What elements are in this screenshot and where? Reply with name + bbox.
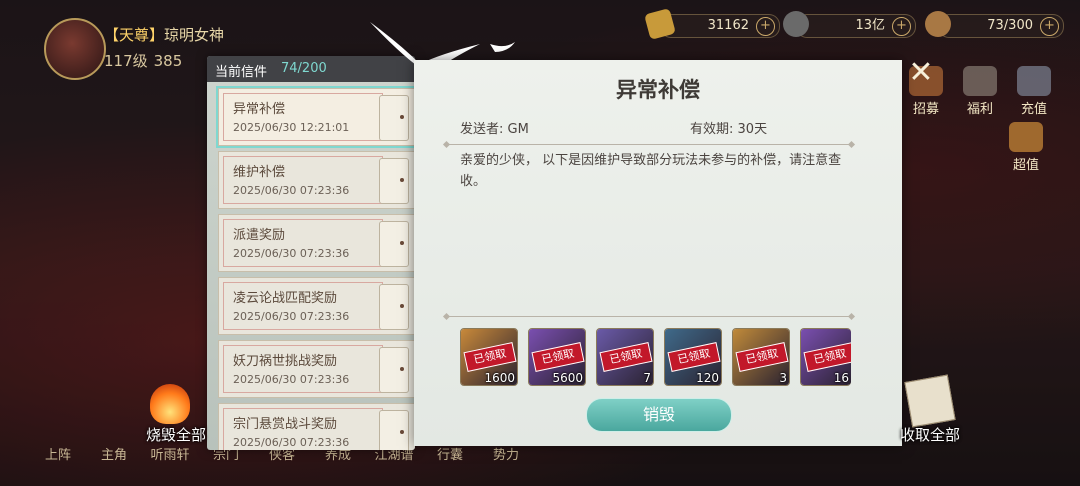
mail-item[interactable]: 维护补偿 2025/06/30 07:23:36 (218, 151, 415, 209)
letters-icon (904, 374, 956, 428)
mail-item[interactable]: 凌云论战匹配奖励 2025/06/30 07:23:36 (218, 277, 415, 335)
mail-detail-title: 异常补偿 (616, 78, 700, 102)
stamina-icon (925, 11, 951, 37)
fire-icon (150, 384, 190, 424)
super-value-label: 超值 (1012, 158, 1039, 173)
mail-item-date: 2025/06/30 07:23:36 (233, 184, 350, 197)
reward-item[interactable]: 已领取 5600 (528, 328, 586, 386)
resource-token-value: 31162 (707, 18, 749, 33)
sender-info: 发送者: GM (460, 118, 529, 137)
mail-item-date: 2025/06/30 07:23:36 (233, 373, 350, 386)
reward-item[interactable]: 已领取 7 (596, 328, 654, 386)
player-rank: 【天尊】 (104, 26, 165, 44)
resource-stamina-add-button[interactable]: + (1040, 17, 1059, 36)
reward-quantity: 3 (779, 371, 787, 385)
mail-item-selected[interactable]: 异常补偿 2025/06/30 12:21:01 (218, 88, 415, 146)
nav-item[interactable]: 听雨轩 (142, 444, 198, 466)
recharge-icon (1017, 66, 1051, 96)
resource-token-add-button[interactable]: + (756, 17, 775, 36)
mail-item-title: 派遣奖励 (233, 228, 286, 243)
mail-item-title: 凌云论战匹配奖励 (233, 291, 338, 306)
sender-value: GM (507, 122, 529, 137)
level-text: 117级 (104, 52, 148, 70)
mail-item-date: 2025/06/30 12:21:01 (233, 121, 350, 134)
player-level: 117级 385 (104, 50, 182, 71)
mail-item-title: 宗门悬赏战斗奖励 (233, 417, 338, 432)
recharge-button[interactable]: 充值 (1006, 66, 1062, 117)
close-icon[interactable]: ✕ (906, 58, 936, 88)
resource-token: 31162 + (644, 8, 780, 40)
envelope-icon (379, 284, 409, 330)
mail-item[interactable]: 妖刀祸世挑战奖励 2025/06/30 07:23:36 (218, 340, 415, 398)
combat-power: 385 (153, 52, 183, 70)
envelope-icon (379, 95, 409, 141)
mail-body: 亲爱的少侠， 以下是因维护导致部分玩法未参与的补偿，请注意查收。 (460, 153, 842, 189)
recruit-label: 招募 (912, 102, 939, 117)
welfare-label: 福利 (966, 102, 993, 117)
mail-item-title: 维护补偿 (233, 165, 286, 180)
reward-quantity: 7 (643, 371, 651, 385)
mail-item[interactable]: 宗门悬赏战斗奖励 2025/06/30 07:23:36 (218, 403, 415, 450)
mail-item-title: 异常补偿 (233, 102, 286, 117)
mail-count: 74/200 (281, 61, 327, 76)
divider-top (446, 144, 852, 145)
nav-item[interactable]: 势力 (478, 444, 534, 466)
reward-item[interactable]: 已领取 120 (664, 328, 722, 386)
recharge-label: 充值 (1020, 102, 1047, 117)
reward-quantity: 120 (696, 371, 719, 385)
welfare-icon (963, 66, 997, 96)
sender-label: 发送者: (460, 122, 504, 137)
validity-value: 30天 (737, 122, 768, 137)
burn-all-button[interactable]: 烧毁全部 (146, 424, 206, 445)
nav-item[interactable]: 上阵 (30, 444, 86, 466)
divider-bottom (446, 316, 852, 317)
mail-item-date: 2025/06/30 07:23:36 (233, 247, 350, 260)
mail-item-date: 2025/06/30 07:23:36 (233, 436, 350, 449)
validity-info: 有效期: 30天 (690, 118, 767, 137)
welfare-button[interactable]: 福利 (952, 66, 1008, 117)
reward-item[interactable]: 已领取 1600 (460, 328, 518, 386)
nav-item[interactable]: 主角 (86, 444, 142, 466)
resource-stamina-value: 73/300 (987, 18, 1033, 33)
resource-coin: 13亿 + (783, 11, 916, 38)
super-value-icon (1009, 122, 1043, 152)
destroy-button[interactable]: 销毁 (586, 398, 732, 432)
envelope-icon (379, 158, 409, 204)
validity-label: 有效期: (690, 122, 734, 137)
player-name-text: 琼明女神 (164, 26, 225, 44)
player-avatar[interactable] (44, 18, 106, 80)
envelope-icon (379, 347, 409, 393)
reward-quantity: 5600 (552, 371, 583, 385)
envelope-icon (379, 221, 409, 267)
envelope-icon (379, 410, 409, 450)
super-value-button[interactable]: 超值 (998, 122, 1054, 173)
nav-item[interactable]: 行囊 (422, 444, 478, 466)
collect-all-button[interactable]: 收取全部 (900, 424, 960, 445)
mail-list-header-label: 当前信件 (215, 65, 268, 80)
resource-coin-add-button[interactable]: + (892, 17, 911, 36)
mail-detail-panel: 异常补偿 发送者: GM 有效期: 30天 亲爱的少侠， 以下是因维护导致部分玩… (414, 60, 902, 446)
mail-item-date: 2025/06/30 07:23:36 (233, 310, 350, 323)
reward-quantity: 1600 (484, 371, 515, 385)
mail-list-panel[interactable]: 当前信件 74/200 异常补偿 2025/06/30 12:21:01 维护补… (207, 56, 415, 450)
reward-item[interactable]: 已领取 3 (732, 328, 790, 386)
coin-icon (783, 11, 809, 37)
player-name: 【天尊】琼明女神 (104, 24, 224, 45)
mail-item[interactable]: 派遣奖励 2025/06/30 07:23:36 (218, 214, 415, 272)
resource-stamina: 73/300 + (925, 11, 1064, 38)
mail-item-title: 妖刀祸世挑战奖励 (233, 354, 338, 369)
resource-coin-value: 13亿 (855, 18, 885, 33)
reward-item[interactable]: 已领取 16 (800, 328, 851, 386)
reward-quantity: 16 (833, 371, 849, 385)
